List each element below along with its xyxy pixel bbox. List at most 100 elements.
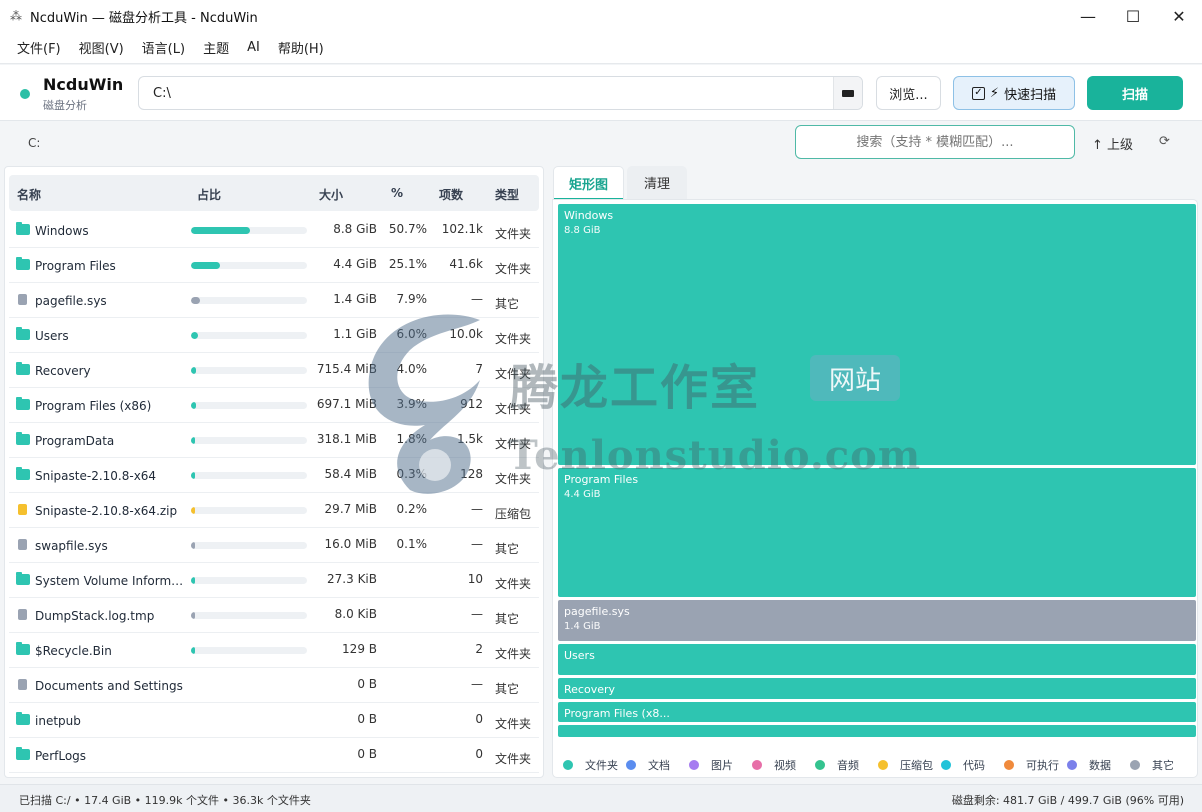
- row-items: —: [471, 502, 483, 516]
- legend-swatch: [878, 760, 888, 770]
- menu-file[interactable]: 文件(F): [8, 38, 70, 57]
- row-size: 715.4 MiB: [316, 362, 377, 376]
- search-input[interactable]: [795, 125, 1075, 159]
- legend-item: 图片: [689, 757, 733, 773]
- maximize-button[interactable]: ☐: [1110, 0, 1156, 32]
- row-items: —: [471, 607, 483, 621]
- row-percent: 6.0%: [396, 327, 428, 341]
- table-row[interactable]: PerfLogs 0 B 0 文件夹: [9, 738, 539, 773]
- header-items[interactable]: 项数: [439, 186, 463, 203]
- ratio-bar: [191, 437, 307, 444]
- title-bar: ⁂ NcduWin — 磁盘分析工具 - NcduWin: [0, 0, 1202, 32]
- ratio-bar-fill: [191, 472, 195, 479]
- treemap-block[interactable]: [558, 725, 1196, 737]
- status-bar: 已扫描 C:/ • 17.4 GiB • 119.9k 个文件 • 36.3k …: [0, 784, 1202, 812]
- menu-language[interactable]: 语言(L): [133, 38, 194, 57]
- row-name: System Volume Inform…: [35, 574, 184, 588]
- legend-item: 压缩包: [878, 757, 933, 773]
- up-level-button[interactable]: ↑ 上级: [1092, 134, 1133, 153]
- table-row[interactable]: Windows 8.8 GiB 50.7% 102.1k 文件夹: [9, 213, 539, 248]
- row-items: 41.6k: [449, 257, 483, 271]
- legend-swatch: [563, 760, 573, 770]
- tab-clean[interactable]: 清理: [627, 166, 687, 199]
- header-size[interactable]: 大小: [319, 186, 343, 203]
- ratio-bar-fill: [191, 227, 250, 234]
- ratio-bar-fill: [191, 367, 196, 374]
- menu-help[interactable]: 帮助(H): [269, 38, 333, 57]
- treemap-block[interactable]: Recovery: [558, 678, 1196, 699]
- path-input[interactable]: [138, 76, 863, 110]
- close-button[interactable]: ✕: [1156, 0, 1202, 32]
- treemap-block-size: 4.4 GiB: [564, 489, 601, 500]
- table-row[interactable]: Users 1.1 GiB 6.0% 10.0k 文件夹: [9, 318, 539, 353]
- ratio-bar: [191, 262, 307, 269]
- row-items: —: [471, 537, 483, 551]
- app-icon: ⁂: [10, 9, 22, 23]
- treemap-block[interactable]: Program Files 4.4 GiB: [558, 468, 1196, 597]
- row-items: —: [471, 677, 483, 691]
- legend-swatch: [689, 760, 699, 770]
- table-row[interactable]: ProgramData 318.1 MiB 1.8% 1.5k 文件夹: [9, 423, 539, 458]
- legend-swatch: [941, 760, 951, 770]
- ratio-bar-fill: [191, 297, 201, 304]
- legend-label: 音频: [837, 759, 859, 772]
- treemap-block[interactable]: pagefile.sys 1.4 GiB: [558, 600, 1196, 641]
- table-row[interactable]: Recovery 715.4 MiB 4.0% 7 文件夹: [9, 353, 539, 388]
- row-type: 文件夹: [495, 262, 532, 276]
- scan-button[interactable]: 扫描: [1087, 76, 1183, 110]
- menu-theme[interactable]: 主题: [194, 38, 238, 57]
- tab-treemap[interactable]: 矩形图: [553, 166, 624, 200]
- checkbox-checked-icon: ✓: [971, 86, 985, 100]
- ratio-bar: [191, 647, 307, 654]
- treemap-block-size: 8.8 GiB: [564, 225, 601, 236]
- row-size: 1.4 GiB: [333, 292, 377, 306]
- treemap-block[interactable]: Program Files (x8...: [558, 702, 1196, 722]
- table-row[interactable]: Documents and Settings 0 B — 其它: [9, 668, 539, 703]
- legend-item: 代码: [941, 757, 985, 773]
- table-row[interactable]: inetpub 0 B 0 文件夹: [9, 703, 539, 738]
- menu-ai[interactable]: AI: [238, 40, 269, 55]
- table-row[interactable]: $Recycle.Bin 129 B 2 文件夹: [9, 633, 539, 668]
- folder-icon: [16, 432, 30, 445]
- ratio-bar: [191, 472, 307, 479]
- minimize-button[interactable]: —: [1065, 0, 1111, 32]
- row-name: Recovery: [35, 364, 91, 378]
- table-row[interactable]: swapfile.sys 16.0 MiB 0.1% — 其它: [9, 528, 539, 563]
- row-name: $Recycle.Bin: [35, 644, 112, 658]
- row-name: DumpStack.log.tmp: [35, 609, 155, 623]
- ratio-bar-fill: [191, 262, 221, 269]
- folder-icon: [16, 642, 30, 655]
- row-size: 8.8 GiB: [333, 222, 377, 236]
- archive-icon: [18, 504, 27, 515]
- row-items: 10.0k: [449, 327, 483, 341]
- row-size: 58.4 MiB: [324, 467, 377, 481]
- table-row[interactable]: DumpStack.log.tmp 8.0 KiB — 其它: [9, 598, 539, 633]
- quick-scan-toggle[interactable]: ✓ ⚡ 快速扫描: [953, 76, 1075, 110]
- row-name: Documents and Settings: [35, 679, 183, 693]
- browse-button[interactable]: 浏览...: [876, 76, 941, 110]
- menu-view[interactable]: 视图(V): [70, 38, 133, 57]
- drive-picker-button[interactable]: [833, 77, 862, 109]
- ratio-bar-fill: [191, 542, 195, 549]
- table-row[interactable]: Snipaste-2.10.8-x64 58.4 MiB 0.3% 128 文件夹: [9, 458, 539, 493]
- refresh-icon[interactable]: ⟳: [1159, 134, 1170, 149]
- table-row[interactable]: Snipaste-2.10.8-x64.zip 29.7 MiB 0.2% — 压缩包: [9, 493, 539, 528]
- legend-label: 数据: [1089, 759, 1111, 772]
- ratio-bar: [191, 507, 307, 514]
- header-type[interactable]: 类型: [495, 186, 519, 203]
- legend-swatch: [1067, 760, 1077, 770]
- header-ratio[interactable]: 占比: [197, 186, 221, 203]
- brand-title: NcduWin: [43, 75, 124, 94]
- breadcrumb[interactable]: C:: [28, 136, 40, 150]
- table-row[interactable]: pagefile.sys 1.4 GiB 7.9% — 其它: [9, 283, 539, 318]
- treemap-block[interactable]: Users: [558, 644, 1196, 675]
- table-row[interactable]: Program Files (x86) 697.1 MiB 3.9% 912 文件夹: [9, 388, 539, 423]
- header-name[interactable]: 名称: [17, 186, 41, 203]
- header-percent[interactable]: %: [391, 186, 403, 200]
- folder-icon: [16, 572, 30, 585]
- table-row[interactable]: Program Files 4.4 GiB 25.1% 41.6k 文件夹: [9, 248, 539, 283]
- row-type: 文件夹: [495, 332, 532, 346]
- treemap-block[interactable]: Windows 8.8 GiB: [558, 204, 1196, 465]
- row-name: PerfLogs: [35, 749, 87, 763]
- table-row[interactable]: System Volume Inform… 27.3 KiB 10 文件夹: [9, 563, 539, 598]
